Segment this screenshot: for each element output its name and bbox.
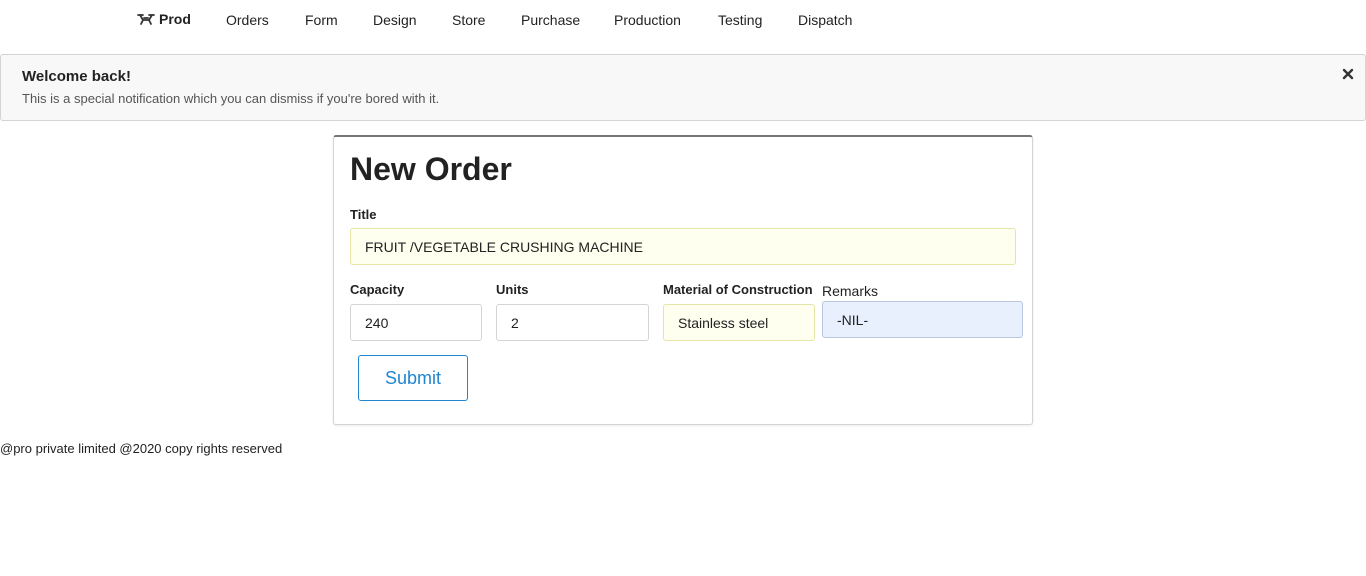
brand-link[interactable]: Prod bbox=[137, 11, 191, 27]
submit-button[interactable]: Submit bbox=[358, 355, 468, 401]
brand-label: Prod bbox=[159, 11, 191, 27]
remarks-input[interactable]: -NIL- bbox=[822, 301, 1023, 338]
nav-item-orders[interactable]: Orders bbox=[226, 12, 269, 28]
capacity-input-value: 240 bbox=[365, 314, 389, 331]
nav-item-production[interactable]: Production bbox=[614, 12, 681, 28]
remarks-input-value: -NIL- bbox=[837, 311, 869, 328]
capacity-label: Capacity bbox=[350, 282, 405, 297]
material-input-value: Stainless steel bbox=[678, 314, 769, 331]
footer-copyright: @pro private limited @2020 copy rights r… bbox=[0, 441, 283, 456]
material-input[interactable]: Stainless steel bbox=[663, 304, 815, 341]
nav-item-purchase[interactable]: Purchase bbox=[521, 12, 580, 28]
remarks-label: Remarks bbox=[822, 283, 879, 299]
units-input-value: 2 bbox=[511, 314, 519, 331]
nav-item-design[interactable]: Design bbox=[373, 12, 417, 28]
top-navbar: Prod Orders Form Design Store Purchase P… bbox=[0, 0, 1366, 40]
message-body: This is a special notification which you… bbox=[22, 91, 440, 106]
units-label: Units bbox=[496, 282, 529, 297]
nav-item-dispatch[interactable]: Dispatch bbox=[798, 12, 852, 28]
nav-item-form[interactable]: Form bbox=[305, 12, 338, 28]
material-label: Material of Construction bbox=[663, 282, 813, 297]
notification-message: Welcome back! This is a special notifica… bbox=[0, 54, 1366, 121]
nav-item-store[interactable]: Store bbox=[452, 12, 485, 28]
units-input[interactable]: 2 bbox=[496, 304, 649, 341]
title-input-value: FRUIT /VEGETABLE CRUSHING MACHINE bbox=[365, 238, 643, 255]
title-input[interactable]: FRUIT /VEGETABLE CRUSHING MACHINE bbox=[350, 228, 1016, 265]
close-icon[interactable] bbox=[1341, 66, 1355, 82]
new-order-form: New Order Title FRUIT /VEGETABLE CRUSHIN… bbox=[333, 135, 1033, 425]
capacity-input[interactable]: 240 bbox=[350, 304, 482, 341]
title-label: Title bbox=[350, 207, 377, 222]
form-title: New Order bbox=[350, 151, 512, 187]
drone-icon bbox=[137, 14, 155, 25]
nav-item-testing[interactable]: Testing bbox=[718, 12, 762, 28]
message-header: Welcome back! bbox=[22, 68, 131, 85]
